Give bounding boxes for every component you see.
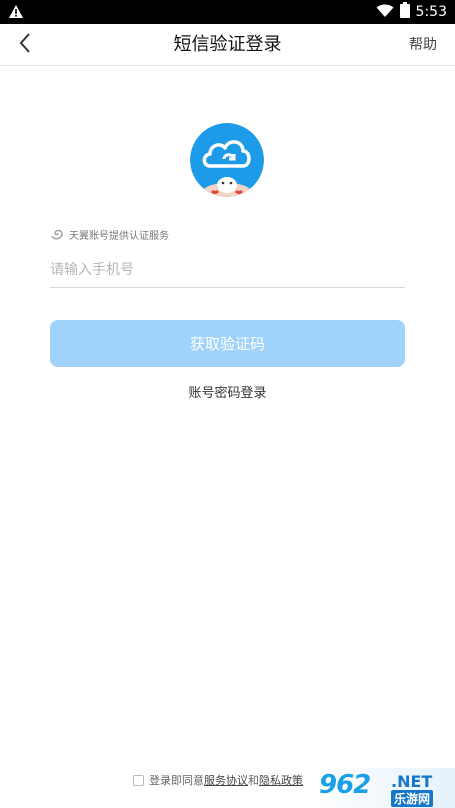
swirl-icon	[50, 225, 64, 244]
provider-text: 天翼账号提供认证服务	[69, 230, 169, 242]
back-button[interactable]	[8, 30, 42, 60]
status-right: 5:53	[376, 0, 447, 24]
status-bar: 5:53	[0, 0, 455, 24]
app-logo	[190, 123, 264, 197]
help-link[interactable]: 帮助	[409, 24, 437, 66]
watermark-suffix: .NET	[391, 772, 433, 791]
provider-row: 天翼账号提供认证服务	[50, 226, 169, 242]
battery-icon	[399, 2, 410, 22]
agreement-prefix: 登录即同意	[149, 774, 204, 787]
app-header: 短信验证登录 帮助	[0, 24, 455, 66]
watermark-cn-label: 乐游网	[391, 790, 434, 807]
password-login-link[interactable]: 账号密码登录	[0, 382, 455, 402]
phone-input[interactable]	[50, 252, 405, 288]
wifi-icon	[376, 3, 394, 22]
agree-checkbox[interactable]	[133, 774, 144, 786]
privacy-policy-link[interactable]: 隐私政策	[259, 774, 303, 787]
watermark-logo: 962 .NET 乐游网	[315, 768, 455, 808]
page-title: 短信验证登录	[173, 34, 282, 55]
status-time: 5:53	[415, 4, 447, 20]
service-agreement-link[interactable]: 服务协议	[204, 774, 248, 787]
watermark-brand: 962	[319, 770, 371, 800]
get-code-button[interactable]: 获取验证码	[50, 320, 405, 367]
agreement-conjunction: 和	[248, 774, 259, 787]
chevron-left-icon	[18, 32, 32, 58]
warning-icon	[8, 4, 24, 20]
agreement-row: 登录即同意服务协议和隐私政策	[133, 772, 303, 788]
